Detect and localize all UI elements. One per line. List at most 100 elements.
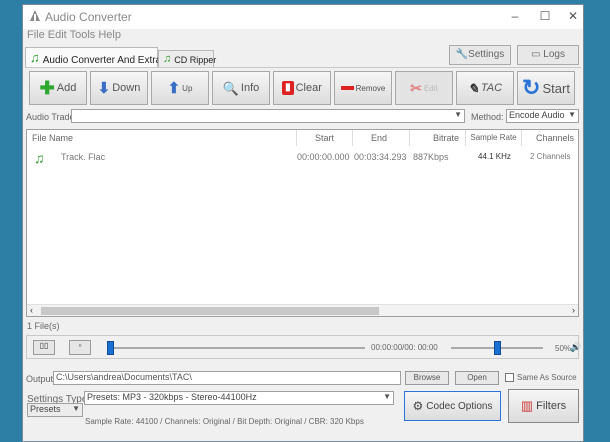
preset-select[interactable]: Presets: MP3 - 320kbps - Stereo-44100Hz ▼ bbox=[84, 391, 394, 405]
tac-button-label: TAC bbox=[480, 82, 503, 94]
music-note-icon: ♫ bbox=[34, 150, 45, 166]
add-button-label: Add bbox=[56, 82, 77, 94]
column-file-name[interactable]: File Name bbox=[32, 130, 297, 146]
up-button[interactable]: ⬆ Up bbox=[151, 71, 209, 105]
pen-icon: ✎ bbox=[467, 80, 479, 96]
document-icon: ▭ bbox=[531, 49, 541, 60]
browse-button[interactable]: Browse bbox=[405, 371, 449, 385]
maximize-icon[interactable]: ☐ bbox=[535, 9, 555, 23]
file-list[interactable]: File Name Start End Bitrate Sample Rate … bbox=[26, 129, 579, 317]
horizontal-scrollbar[interactable]: ‹ › bbox=[27, 304, 578, 316]
logs-button-label: Logs bbox=[543, 49, 565, 60]
app-window: Audio Converter – ☐ ✕ File Edit Tools He… bbox=[22, 4, 584, 442]
codec-options-label: Codec Options bbox=[426, 400, 493, 412]
method-value: Encode Audio bbox=[509, 110, 565, 120]
pause-icon: ▯▯ bbox=[39, 341, 49, 350]
menu-label[interactable]: File Edit Tools Help bbox=[27, 29, 121, 41]
edit-button[interactable]: ✂ Edit bbox=[395, 71, 453, 105]
tab-audio-converter[interactable]: ♫ Audio Converter And Extractor bbox=[25, 47, 178, 67]
preset-value: Presets: MP3 - 320kbps - Stereo-44100Hz bbox=[87, 392, 257, 402]
clear-button-label: Clear bbox=[295, 82, 322, 94]
add-button[interactable]: ✚ Add bbox=[29, 71, 87, 105]
filters-button[interactable]: ▥ Filters bbox=[508, 389, 579, 423]
tac-button[interactable]: ✎ TAC bbox=[456, 71, 514, 105]
menu-bar[interactable]: File Edit Tools Help bbox=[23, 29, 583, 43]
info-button-label: Info bbox=[240, 82, 260, 94]
output-path-field[interactable]: C:\Users\andrea\Documents\TAC\ bbox=[53, 371, 401, 385]
files-count: 1 File(s) bbox=[27, 321, 60, 331]
scissors-icon: ✂ bbox=[410, 80, 422, 96]
arrow-down-icon: ⬇ bbox=[97, 79, 111, 97]
up-button-label: Up bbox=[182, 83, 193, 93]
equalizer-icon: ▥ bbox=[520, 398, 534, 413]
close-icon[interactable]: ✕ bbox=[563, 9, 583, 23]
method-label: Method: bbox=[471, 112, 504, 122]
speaker-icon: 🔊 bbox=[570, 342, 582, 352]
settings-button[interactable]: 🔧Settings bbox=[449, 45, 511, 65]
refresh-icon: ↻ bbox=[522, 75, 541, 100]
same-as-source-checkbox[interactable] bbox=[505, 373, 514, 382]
tab-cd-ripper-label: CD Ripper bbox=[174, 55, 217, 65]
column-channels[interactable]: Channels bbox=[522, 130, 578, 146]
audio-trade-select[interactable]: ▼ bbox=[71, 109, 465, 123]
position-slider[interactable] bbox=[107, 341, 114, 355]
same-as-source-label: Same As Source bbox=[517, 373, 577, 382]
remove-button-label: Remove bbox=[355, 83, 386, 93]
column-start[interactable]: Start bbox=[297, 130, 353, 146]
row-end: 00:03:34.293 bbox=[354, 152, 407, 162]
down-button-label: Down bbox=[112, 82, 141, 94]
stop-button[interactable]: ▫ bbox=[69, 340, 91, 355]
scroll-left-icon[interactable]: ‹ bbox=[30, 305, 33, 315]
output-label: Output: bbox=[26, 374, 56, 384]
toolbar: ✚ Add ⬇ Down ⬆ Up 🔍 Info ▮ Clear Remove ✂ Edit… bbox=[25, 67, 581, 107]
presets-type-value: Presets bbox=[30, 404, 61, 414]
edit-button-label: Edit bbox=[423, 83, 438, 93]
codec-options-button[interactable]: ⚙ Codec Options bbox=[404, 391, 501, 421]
column-end[interactable]: End bbox=[353, 130, 410, 146]
arrow-up-icon: ⬆ bbox=[167, 79, 181, 97]
volume-slider[interactable] bbox=[493, 341, 501, 355]
row-bitrate: 887Kbps bbox=[413, 152, 449, 162]
music-note-icon: ♫ bbox=[163, 53, 172, 65]
play-pause-button[interactable]: ▯▯ bbox=[33, 340, 55, 355]
position-track[interactable] bbox=[107, 347, 365, 349]
clear-button[interactable]: ▮ Clear bbox=[273, 71, 331, 105]
chevron-down-icon: ▼ bbox=[72, 404, 80, 413]
window-title: Audio Converter bbox=[45, 10, 132, 24]
scrollbar-thumb[interactable] bbox=[41, 307, 379, 315]
codec-icon: ⚙ bbox=[412, 399, 424, 413]
tab-cd-ripper[interactable]: ♫ CD Ripper bbox=[158, 50, 217, 67]
scroll-right-icon[interactable]: › bbox=[572, 305, 575, 315]
app-logo-icon bbox=[30, 10, 40, 21]
row-start: 00:00:00.000 bbox=[297, 152, 350, 162]
music-note-icon: ♫ bbox=[30, 50, 40, 65]
time-readout: 00:00:00/00: 00:00 bbox=[371, 343, 438, 352]
settings-summary: Sample Rate: 44100 / Channels: Original … bbox=[85, 417, 364, 426]
title-bar[interactable]: Audio Converter – ☐ ✕ bbox=[23, 5, 583, 29]
plus-icon: ✚ bbox=[39, 78, 55, 98]
logs-button[interactable]: ▭ Logs bbox=[517, 45, 579, 65]
presets-type-select[interactable]: Presets ▼ bbox=[27, 403, 83, 417]
start-button[interactable]: ↻ Start bbox=[517, 71, 575, 105]
volume-readout: 50% bbox=[555, 344, 572, 353]
start-button-label: Start bbox=[542, 80, 570, 96]
remove-button[interactable]: Remove bbox=[334, 71, 392, 105]
wrench-icon: 🔧 bbox=[455, 49, 469, 60]
info-button[interactable]: 🔍 Info bbox=[212, 71, 270, 105]
audio-trade-label: Audio Trade: bbox=[26, 112, 78, 122]
row-sample-rate: 44.1 KHz bbox=[478, 152, 511, 161]
magnifier-icon: 🔍 bbox=[222, 80, 239, 96]
chevron-down-icon: ▼ bbox=[383, 392, 391, 401]
chevron-down-icon: ▼ bbox=[454, 110, 462, 119]
open-button[interactable]: Open bbox=[455, 371, 499, 385]
minus-icon bbox=[340, 86, 354, 90]
stop-icon: ▫ bbox=[78, 341, 82, 350]
row-file-name: Track. Flac bbox=[61, 152, 106, 162]
column-sample-rate[interactable]: Sample Rate bbox=[466, 130, 522, 146]
minimize-icon[interactable]: – bbox=[505, 9, 525, 23]
method-select[interactable]: Encode Audio ▼ bbox=[506, 109, 579, 123]
settings-button-label: Settings bbox=[468, 49, 505, 60]
column-bitrate[interactable]: Bitrate bbox=[410, 130, 466, 146]
down-button[interactable]: ⬇ Down bbox=[90, 71, 148, 105]
row-channels: 2 Channels bbox=[530, 152, 571, 161]
